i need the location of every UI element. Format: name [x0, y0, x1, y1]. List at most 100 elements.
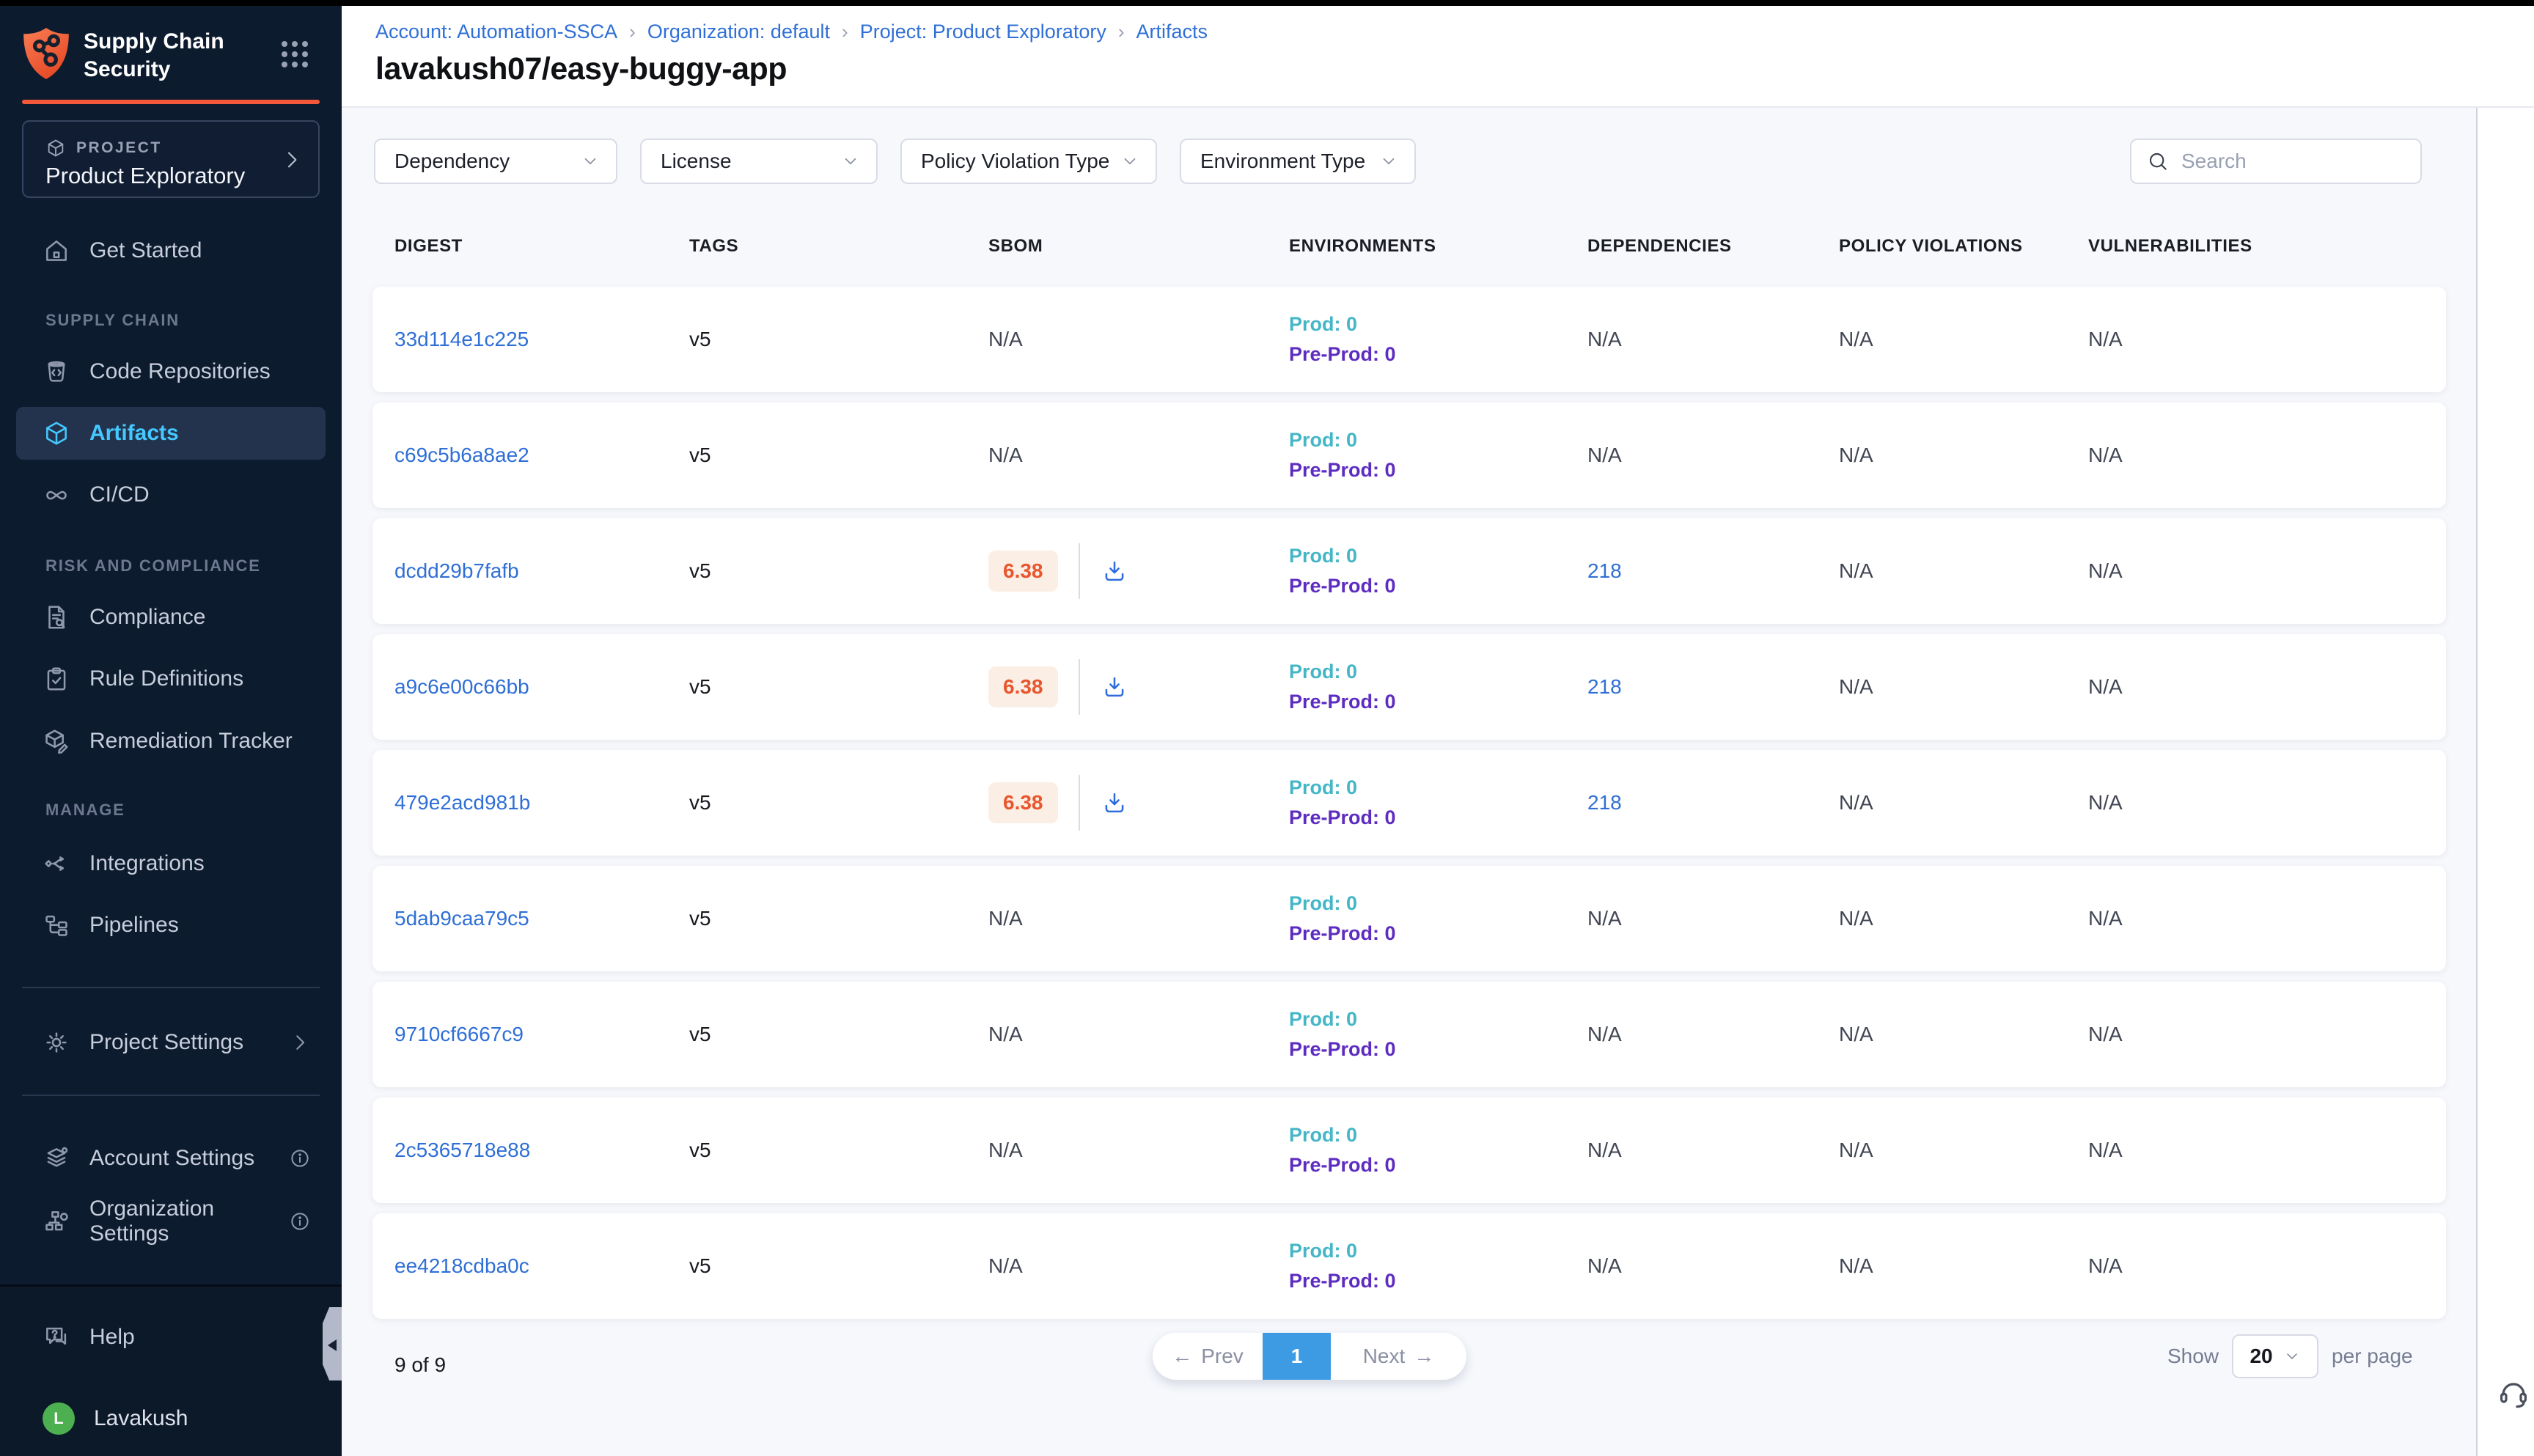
- sidebar-item-code-repositories[interactable]: Code Repositories: [16, 345, 326, 398]
- license-filter-dropdown[interactable]: License: [640, 139, 878, 184]
- project-selector[interactable]: PROJECT Product Exploratory: [22, 120, 320, 198]
- sidebar-collapse-handle[interactable]: [323, 1307, 342, 1380]
- digest-link[interactable]: 479e2acd981b: [394, 791, 530, 815]
- column-header-policy-violations: POLICY VIOLATIONS: [1817, 236, 2066, 257]
- vulnerabilities-value: N/A: [2088, 1254, 2123, 1278]
- vulnerabilities-value: N/A: [2088, 444, 2123, 467]
- digest-link[interactable]: 5dab9caa79c5: [394, 907, 529, 930]
- env-preprod: Pre-Prod: 0: [1289, 1154, 1396, 1177]
- environment-type-filter-dropdown[interactable]: Environment Type: [1180, 139, 1416, 184]
- sidebar-item-help[interactable]: Help: [16, 1311, 326, 1364]
- dropdown-label: Policy Violation Type: [921, 150, 1109, 173]
- env-preprod: Pre-Prod: 0: [1289, 691, 1396, 713]
- digest-link[interactable]: 9710cf6667c9: [394, 1023, 524, 1046]
- prev-page-button[interactable]: ← Prev: [1153, 1333, 1263, 1380]
- window-top-bar: [0, 0, 2534, 6]
- digest-link[interactable]: 2c5365718e88: [394, 1139, 530, 1162]
- page-size-control: Show 20 per page: [2167, 1333, 2413, 1380]
- download-sbom-icon[interactable]: [1101, 789, 1128, 817]
- chevron-down-icon: [1120, 152, 1139, 171]
- sidebar-item-pipelines[interactable]: Pipelines: [16, 899, 326, 952]
- column-header-digest: DIGEST: [372, 236, 667, 257]
- sidebar-item-label: CI/CD: [89, 482, 150, 507]
- digest-link[interactable]: a9c6e00c66bb: [394, 675, 529, 699]
- table-row: 5dab9caa79c5 v5 N/A Prod: 0 Pre-Prod: 0 …: [372, 866, 2446, 971]
- sidebar-section-manage: MANAGE: [45, 801, 125, 820]
- column-header-vulnerabilities: VULNERABILITIES: [2066, 236, 2446, 257]
- download-sbom-icon[interactable]: [1101, 557, 1128, 585]
- sidebar-item-artifacts[interactable]: Artifacts: [16, 407, 326, 460]
- digest-link[interactable]: ee4218cdba0c: [394, 1254, 529, 1278]
- table-row: 479e2acd981b v5 6.38 Prod: 0 Pre-Prod: 0…: [372, 750, 2446, 856]
- table-row: ee4218cdba0c v5 N/A Prod: 0 Pre-Prod: 0 …: [372, 1213, 2446, 1319]
- environments-cell: Prod: 0 Pre-Prod: 0: [1267, 1008, 1565, 1061]
- right-gutter: [2476, 108, 2534, 1456]
- digest-link[interactable]: c69c5b6a8ae2: [394, 444, 529, 467]
- sidebar-item-get-started[interactable]: Get Started: [16, 224, 326, 277]
- module-grid-icon[interactable]: [277, 37, 312, 72]
- user-profile[interactable]: L Lavakush: [16, 1392, 326, 1445]
- tag-value: v5: [667, 1023, 966, 1046]
- sidebar-item-project-settings[interactable]: Project Settings: [16, 1016, 326, 1069]
- sbom-score-badge: 6.38: [988, 666, 1058, 707]
- digest-link[interactable]: 33d114e1c225: [394, 328, 529, 351]
- vulnerabilities-value: N/A: [2088, 328, 2123, 351]
- tag-value: v5: [667, 559, 966, 583]
- dropdown-label: Dependency: [394, 150, 510, 173]
- sbom-cell: 6.38: [966, 775, 1267, 831]
- breadcrumb-account-link[interactable]: Account: Automation-SSCA: [375, 21, 617, 43]
- breadcrumb-organization-link[interactable]: Organization: default: [647, 21, 830, 43]
- document-search-icon: [43, 603, 70, 631]
- dependencies-link[interactable]: 218: [1587, 675, 1622, 699]
- vulnerabilities-value: N/A: [2088, 1139, 2123, 1162]
- column-header-sbom: SBOM: [966, 236, 1267, 257]
- sidebar-item-rule-definitions[interactable]: Rule Definitions: [16, 652, 326, 705]
- page-size-dropdown[interactable]: 20: [2232, 1334, 2318, 1378]
- dependencies-link[interactable]: 218: [1587, 559, 1622, 583]
- help-chat-icon: [43, 1323, 70, 1351]
- next-page-button[interactable]: Next →: [1331, 1333, 1466, 1380]
- filter-bar: Dependency License Policy Violation Type…: [374, 139, 1416, 184]
- environments-cell: Prod: 0 Pre-Prod: 0: [1267, 661, 1565, 713]
- download-sbom-icon[interactable]: [1101, 673, 1128, 701]
- current-page-button[interactable]: 1: [1263, 1333, 1331, 1380]
- breadcrumb-artifacts-link[interactable]: Artifacts: [1136, 21, 1208, 43]
- artifacts-cube-icon: [43, 419, 70, 447]
- support-headset-icon[interactable]: [2496, 1375, 2531, 1411]
- sidebar-item-cicd[interactable]: CI/CD: [16, 468, 326, 521]
- sidebar: Supply Chain Security PROJECT Product Ex…: [0, 0, 342, 1456]
- search-input[interactable]: [2181, 150, 2406, 173]
- column-header-environments: ENVIRONMENTS: [1267, 236, 1565, 257]
- pagination-summary: 9 of 9: [394, 1353, 446, 1377]
- sidebar-item-integrations[interactable]: Integrations: [16, 837, 326, 890]
- info-icon[interactable]: [289, 1147, 311, 1169]
- sbom-cell: 6.38: [966, 659, 1267, 715]
- table-row: 33d114e1c225 v5 N/A Prod: 0 Pre-Prod: 0 …: [372, 287, 2446, 392]
- vulnerabilities-value: N/A: [2088, 675, 2123, 699]
- box-pencil-icon: [43, 727, 70, 755]
- sbom-value: N/A: [988, 1254, 1023, 1278]
- env-preprod: Pre-Prod: 0: [1289, 1038, 1396, 1061]
- chevron-down-icon: [581, 152, 600, 171]
- page-size-value: 20: [2250, 1345, 2272, 1368]
- arrow-right-icon: →: [1414, 1345, 1434, 1368]
- sidebar-item-remediation-tracker[interactable]: Remediation Tracker: [16, 715, 326, 768]
- sidebar-section-risk-compliance: RISK AND COMPLIANCE: [45, 556, 261, 576]
- breadcrumb-separator: ›: [842, 21, 848, 43]
- sidebar-item-label: Rule Definitions: [89, 666, 243, 691]
- sidebar-item-organization-settings[interactable]: Organization Settings: [16, 1195, 326, 1248]
- sidebar-item-compliance[interactable]: Compliance: [16, 591, 326, 644]
- sidebar-item-label: Remediation Tracker: [89, 729, 293, 754]
- env-prod: Prod: 0: [1289, 661, 1357, 683]
- digest-link[interactable]: dcdd29b7fafb: [394, 559, 519, 583]
- info-icon[interactable]: [289, 1210, 311, 1232]
- supply-chain-security-logo-icon: [22, 26, 70, 81]
- sbom-divider: [1079, 543, 1080, 599]
- sidebar-item-account-settings[interactable]: Account Settings: [16, 1132, 326, 1185]
- policy-violation-type-filter-dropdown[interactable]: Policy Violation Type: [900, 139, 1157, 184]
- pagination-controls: ← Prev 1 Next →: [1153, 1333, 1466, 1380]
- breadcrumb-project-link[interactable]: Project: Product Exploratory: [860, 21, 1106, 43]
- dependency-filter-dropdown[interactable]: Dependency: [374, 139, 617, 184]
- dependencies-link[interactable]: 218: [1587, 791, 1622, 815]
- tag-value: v5: [667, 444, 966, 467]
